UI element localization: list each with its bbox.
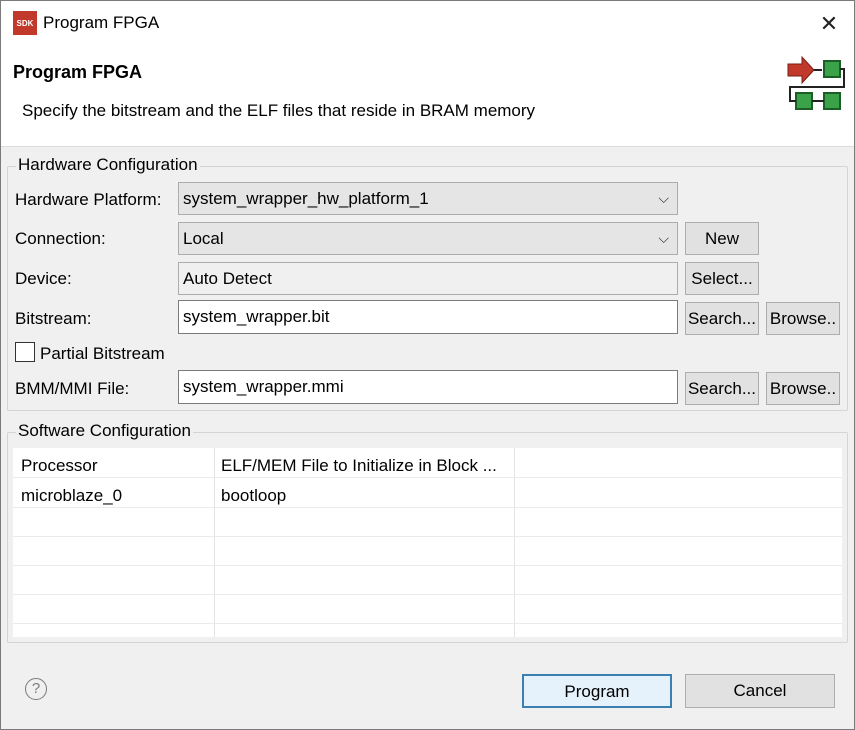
program-button[interactable]: Program (522, 674, 672, 708)
partial-bitstream-label: Partial Bitstream (40, 344, 165, 363)
bmm-mmi-label: BMM/MMI File: (15, 379, 130, 398)
page-description: Specify the bitstream and the ELF files … (22, 101, 536, 120)
sdk-app-icon: SDK (13, 11, 37, 35)
close-icon: ✕ (819, 11, 839, 36)
chevron-down-icon: ⌵ (658, 230, 669, 246)
device-field: Auto Detect (178, 262, 678, 295)
close-button[interactable]: ✕ (814, 9, 844, 39)
table-row (13, 595, 842, 624)
page-title: Program FPGA (13, 62, 143, 82)
processor-cell[interactable]: microblaze_0 (21, 486, 122, 506)
column-header-elf-file[interactable]: ELF/MEM File to Initialize in Block ... (221, 456, 497, 476)
bitstream-label: Bitstream: (15, 309, 92, 328)
select-device-button[interactable]: Select... (685, 262, 759, 295)
bmm-search-button[interactable]: Search... (685, 372, 759, 405)
program-fpga-dialog: SDK Program FPGA ✕ Program FPGA Specify … (0, 0, 855, 730)
connection-value: Local (183, 229, 224, 248)
table-row (13, 508, 842, 537)
connection-label: Connection: (15, 229, 106, 248)
new-connection-button[interactable]: New (685, 222, 759, 255)
bmm-mmi-input[interactable]: system_wrapper.mmi (178, 370, 678, 404)
table-row (13, 624, 842, 637)
hardware-platform-value: system_wrapper_hw_platform_1 (183, 189, 429, 208)
table-row[interactable] (13, 478, 842, 508)
hardware-group-title: Hardware Configuration (16, 155, 200, 175)
bitstream-input[interactable]: system_wrapper.bit (178, 300, 678, 334)
partial-bitstream-checkbox[interactable] (15, 342, 35, 362)
connection-select[interactable]: Local ⌵ (178, 222, 678, 255)
cancel-button[interactable]: Cancel (685, 674, 835, 708)
help-icon[interactable]: ? (25, 678, 47, 700)
hardware-platform-select[interactable]: system_wrapper_hw_platform_1 ⌵ (178, 182, 678, 215)
chevron-down-icon: ⌵ (658, 190, 669, 206)
elf-file-table: Processor ELF/MEM File to Initialize in … (13, 448, 842, 637)
header-banner: Program FPGA Specify the bitstream and t… (1, 47, 854, 147)
title-bar: SDK Program FPGA ✕ (1, 1, 854, 47)
window-title: Program FPGA (43, 13, 160, 32)
hardware-platform-label: Hardware Platform: (15, 190, 162, 209)
elf-file-cell[interactable]: bootloop (221, 486, 286, 506)
bmm-browse-button[interactable]: Browse.. (766, 372, 840, 405)
software-group-title: Software Configuration (16, 421, 193, 441)
column-header-processor[interactable]: Processor (21, 456, 98, 476)
table-row (13, 537, 842, 566)
bitstream-search-button[interactable]: Search... (685, 302, 759, 335)
device-label: Device: (15, 269, 72, 288)
table-row (13, 566, 842, 595)
bitstream-browse-button[interactable]: Browse.. (766, 302, 840, 335)
fpga-program-icon (787, 55, 845, 110)
